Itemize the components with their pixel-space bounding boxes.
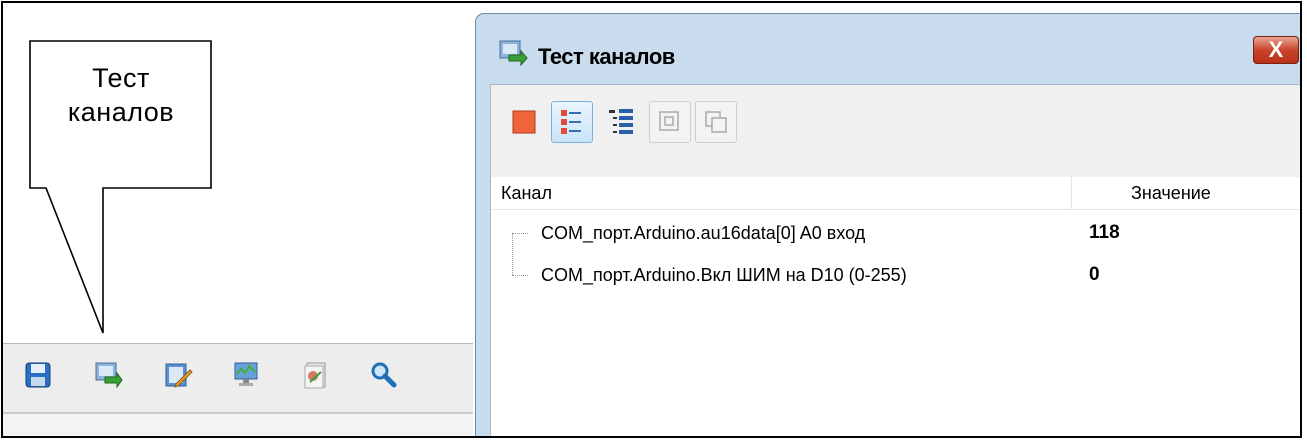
save-icon[interactable]	[23, 360, 53, 390]
table-header: Канал Значение	[491, 177, 1300, 210]
channel-value: 0	[1089, 264, 1100, 285]
channel-name: COM_порт.Arduino.Вкл ШИМ на D10 (0-255)	[541, 265, 907, 285]
document-icon[interactable]	[301, 360, 331, 390]
channel-test-icon[interactable]	[93, 360, 123, 390]
close-button[interactable]: X	[1253, 36, 1299, 64]
tree-view-icon	[609, 109, 633, 134]
stop-icon	[512, 110, 536, 134]
copy-icon	[659, 111, 679, 131]
channel-test-dialog: Тест каналов X Канал Значение COM_порт.A…	[475, 13, 1300, 436]
callout-bubble	[29, 40, 212, 334]
search-icon[interactable]	[369, 360, 399, 390]
callout-line-1: Тест	[92, 63, 150, 93]
column-header-channel[interactable]: Канал	[501, 183, 552, 204]
callout-label: Тест каналов	[31, 61, 211, 129]
dialog-titlebar[interactable]: Тест каналов X	[476, 14, 1300, 78]
channel-name: COM_порт.Arduino.au16data[0] A0 вход	[541, 223, 866, 243]
table-row[interactable]: COM_порт.Arduino.au16data[0] A0 вход 118	[491, 217, 1300, 253]
dialog-content: Канал Значение COM_порт.Arduino.au16data…	[490, 84, 1300, 436]
copy-button[interactable]	[649, 101, 691, 143]
monitor-icon[interactable]	[231, 360, 261, 390]
paste-button[interactable]	[695, 101, 737, 143]
tree-view-button[interactable]	[601, 101, 643, 143]
screenshot-frame: Тест каналов Тест каналов X Канал Значен…	[1, 1, 1302, 438]
dialog-title: Тест каналов	[538, 44, 675, 69]
column-separator[interactable]	[1071, 177, 1072, 209]
table-row[interactable]: COM_порт.Arduino.Вкл ШИМ на D10 (0-255) …	[491, 259, 1300, 295]
edit-icon[interactable]	[163, 360, 193, 390]
list-view-icon	[561, 110, 581, 134]
channel-value: 118	[1089, 222, 1120, 243]
channel-test-icon	[499, 40, 528, 67]
callout-line-2: каналов	[67, 97, 175, 127]
column-header-value[interactable]: Значение	[1131, 183, 1211, 204]
status-bar	[3, 413, 473, 436]
paste-icon	[705, 111, 727, 133]
dialog-toolbar	[491, 85, 1300, 178]
main-window-pane: Тест каналов	[3, 3, 473, 436]
stop-button[interactable]	[503, 101, 545, 143]
list-view-button[interactable]	[551, 101, 593, 143]
